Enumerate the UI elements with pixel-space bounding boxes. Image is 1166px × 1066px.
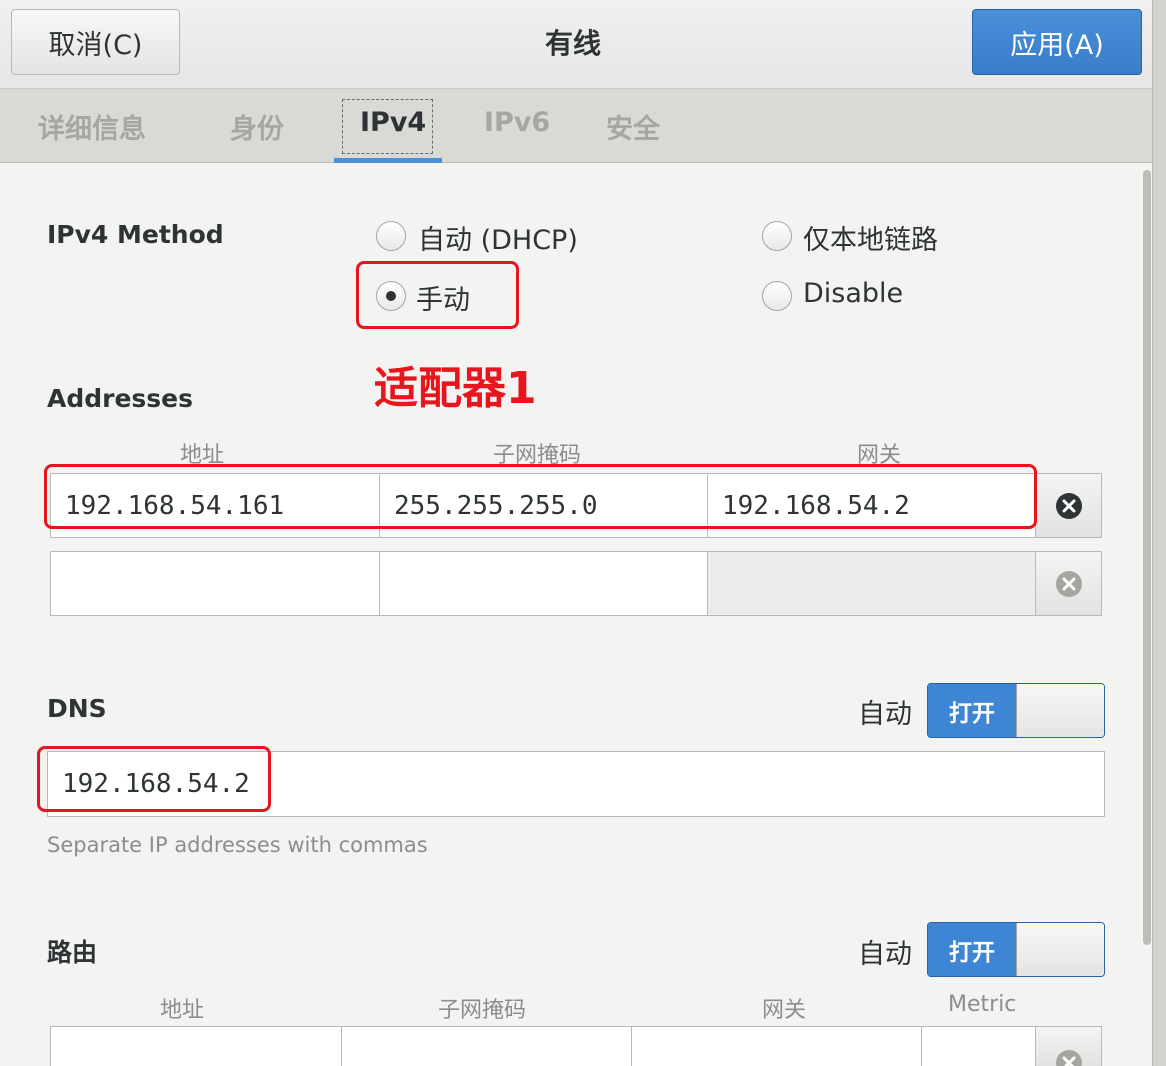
- annotation-box-dns: [37, 746, 271, 812]
- tab-bar: [0, 89, 1152, 163]
- dns-switch-on-label: 打开: [928, 684, 1016, 737]
- route-gateway-input[interactable]: [631, 1026, 922, 1066]
- tab-details[interactable]: 详细信息: [38, 107, 146, 146]
- routes-col-netmask: 子网掩码: [438, 998, 527, 1023]
- addresses-label: Addresses: [47, 384, 194, 413]
- routes-col-address: 地址: [160, 998, 205, 1023]
- apply-button[interactable]: 应用(A): [972, 9, 1142, 75]
- annotation-adapter-label: 适配器1: [374, 363, 537, 414]
- ipv4-method-label: IPv4 Method: [47, 220, 224, 249]
- dns-auto-label: 自动: [858, 699, 912, 730]
- cancel-button[interactable]: 取消(C): [11, 9, 180, 75]
- tab-ipv6[interactable]: IPv6: [484, 107, 550, 138]
- tab-security[interactable]: 安全: [606, 107, 660, 146]
- gateway-input-empty[interactable]: [707, 551, 1036, 616]
- routes-auto-switch[interactable]: 打开: [927, 922, 1105, 977]
- route-netmask-input[interactable]: [341, 1026, 632, 1066]
- delete-empty-row-button[interactable]: [1035, 551, 1102, 616]
- window-edge: [1152, 0, 1166, 1066]
- annotation-box-manual: [356, 261, 519, 329]
- radio-link-local[interactable]: [762, 221, 792, 251]
- routes-auto-label: 自动: [858, 939, 912, 970]
- routes-switch-on-label: 打开: [928, 923, 1016, 976]
- delete-route-row-button[interactable]: [1035, 1026, 1102, 1066]
- radio-disable-label[interactable]: Disable: [803, 278, 903, 309]
- dns-switch-knob[interactable]: [1016, 684, 1104, 737]
- routes-col-metric: Metric: [948, 992, 1017, 1017]
- radio-link-local-label[interactable]: 仅本地链路: [803, 218, 938, 257]
- radio-auto-dhcp-label[interactable]: 自动 (DHCP): [418, 218, 578, 257]
- routes-switch-knob[interactable]: [1016, 923, 1104, 976]
- dns-hint: Separate IP addresses with commas: [47, 833, 428, 857]
- dns-auto-switch[interactable]: 打开: [927, 683, 1105, 738]
- dns-label: DNS: [47, 694, 107, 723]
- routes-col-gateway: 网关: [762, 998, 807, 1023]
- netmask-input-empty[interactable]: [379, 551, 708, 616]
- close-icon: [1055, 492, 1082, 519]
- tab-ipv4[interactable]: IPv4: [360, 107, 426, 138]
- tab-identity[interactable]: 身份: [230, 107, 284, 146]
- close-icon: [1055, 1050, 1082, 1066]
- radio-disable[interactable]: [762, 281, 792, 311]
- active-tab-indicator: [334, 158, 442, 163]
- dialog-title: 有线: [544, 27, 601, 60]
- close-icon: [1055, 570, 1082, 597]
- radio-auto-dhcp[interactable]: [376, 221, 406, 251]
- annotation-box-address: [44, 464, 1037, 529]
- address-input-empty[interactable]: [50, 551, 380, 616]
- routes-label: 路由: [47, 938, 98, 967]
- route-address-input[interactable]: [50, 1026, 342, 1066]
- delete-address-row-button[interactable]: [1035, 473, 1102, 538]
- vertical-scrollbar[interactable]: [1143, 170, 1151, 945]
- route-metric-input[interactable]: [921, 1026, 1036, 1066]
